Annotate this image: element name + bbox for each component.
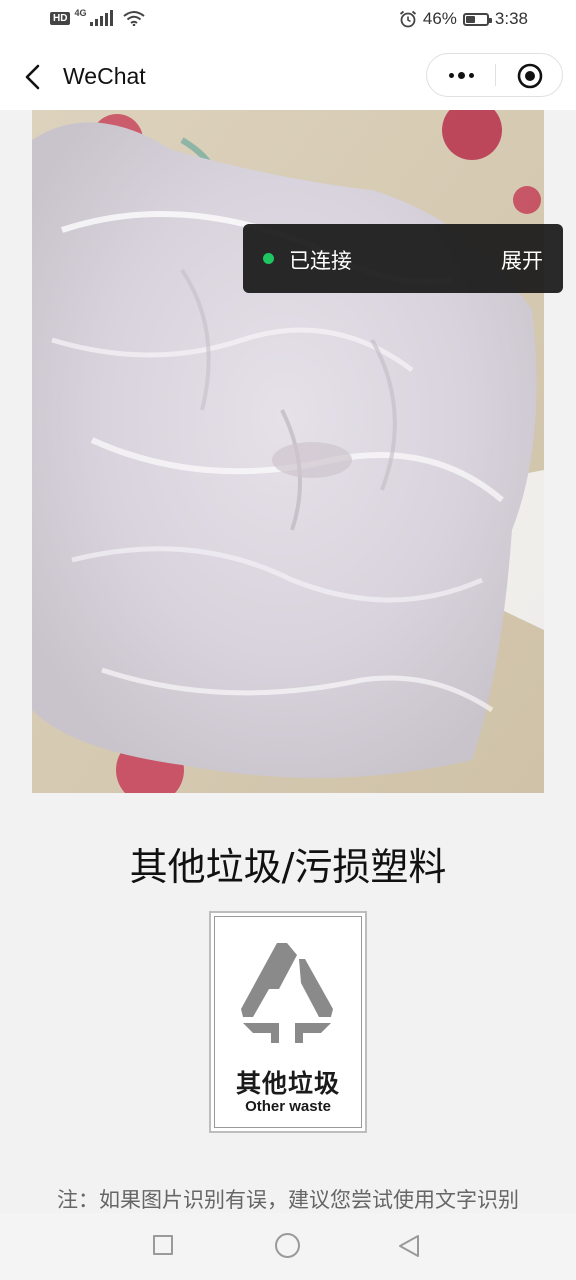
more-dots-icon[interactable] (427, 54, 495, 96)
hd-badge: HD (50, 11, 71, 25)
back-arrow-icon[interactable] (18, 61, 50, 93)
nav-bar: WeChat (0, 44, 576, 110)
home-icon[interactable] (275, 1233, 300, 1258)
battery-icon (462, 12, 492, 26)
network-type-label: 4G (74, 8, 87, 18)
alarm-icon (399, 10, 416, 28)
battery-percent: 46% (422, 9, 457, 28)
wifi-icon (123, 11, 146, 26)
connection-status-toast: 已连接 展开 (243, 224, 563, 293)
clock-time: 3:38 (494, 9, 528, 28)
expand-button[interactable]: 展开 (501, 245, 543, 275)
recent-apps-icon[interactable] (153, 1235, 173, 1255)
bin-label-chinese: 其他垃圾 (235, 1069, 340, 1098)
bin-label-english: Other waste (245, 1098, 331, 1115)
page-title: WeChat (63, 63, 146, 89)
classification-result-title: 其他垃圾/污损塑料 (129, 845, 447, 889)
battery-fill (465, 15, 476, 23)
close-target-icon[interactable] (517, 63, 543, 89)
back-triangle-icon[interactable] (396, 1233, 422, 1259)
recognition-note: 注：如果图片识别有误，建议您尝试使用文字识别 (57, 1188, 519, 1212)
other-waste-triangle-icon (241, 943, 333, 1043)
system-nav-bar (0, 1213, 576, 1280)
status-right-group: 46% 3:38 (399, 9, 528, 29)
connection-status-label: 已连接 (289, 249, 352, 273)
mini-program-capsule (426, 53, 563, 97)
bin-category-card: 其他垃圾 Other waste (209, 911, 367, 1133)
captured-photo (32, 110, 544, 793)
capsule-divider (495, 64, 496, 86)
signal-icon (90, 10, 114, 26)
status-left-group: HD 4G (50, 8, 146, 26)
status-bar: HD 4G 46% 3:38 (0, 0, 576, 44)
plastic-bag-photo (32, 110, 544, 793)
connected-status-dot-icon (263, 253, 274, 264)
